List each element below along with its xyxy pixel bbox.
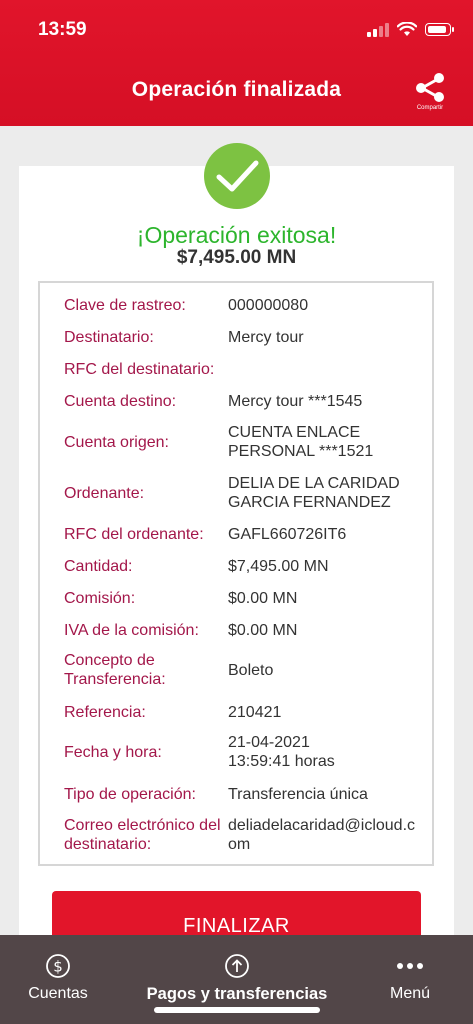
- detail-value: $0.00 MN: [228, 621, 298, 639]
- nav-menu-label: Menú: [389, 985, 431, 1002]
- wifi-icon: [397, 22, 417, 36]
- nav-pagos[interactable]: Pagos y transferencias: [130, 953, 344, 1004]
- detail-label: Fecha y hora:: [64, 743, 162, 761]
- detail-row: Ordenante: DELIA DE LA CARIDAD GARCIA FE…: [64, 472, 424, 514]
- detail-value: 000000080: [228, 296, 309, 314]
- detail-label: Tipo de operación:: [64, 785, 196, 803]
- detail-label: Cantidad:: [64, 557, 133, 575]
- detail-value: 210421: [228, 703, 282, 721]
- svg-text:$: $: [53, 958, 63, 976]
- detail-row: Referencia: 210421: [64, 700, 424, 724]
- detail-label: Comisión:: [64, 589, 136, 607]
- nav-menu[interactable]: Menú: [372, 953, 448, 1003]
- check-icon: [204, 143, 270, 209]
- upload-icon: [225, 954, 249, 978]
- detail-label: Concepto de Transferencia:: [64, 652, 166, 688]
- success-message: ¡Operación exitosa!: [136, 222, 337, 248]
- page-title: Operación finalizada: [131, 78, 342, 101]
- detail-row: Cantidad: $7,495.00 MN: [64, 554, 424, 578]
- battery-icon: [425, 23, 454, 36]
- detail-row: RFC del ordenante: GAFL660726IT6: [64, 522, 424, 546]
- detail-value: Boleto: [228, 661, 274, 679]
- detail-value: deliadelacaridad@icloud.com: [228, 817, 416, 853]
- detail-row: Concepto de Transferencia: Boleto: [64, 649, 424, 691]
- detail-row: IVA de la comisión: $0.00 MN: [64, 618, 424, 642]
- detail-row: Comisión: $0.00 MN: [64, 586, 424, 610]
- detail-label: Cuenta origen:: [64, 433, 169, 451]
- detail-label: Correo electrónico del destinatario:: [64, 817, 221, 853]
- detail-label: RFC del destinatario:: [64, 360, 215, 378]
- signal-icon: [367, 22, 389, 37]
- detail-label: Referencia:: [64, 703, 146, 721]
- detail-row: Fecha y hora: 21-04-2021 13:59:41 horas: [64, 731, 424, 773]
- detail-value: Mercy tour: [228, 328, 304, 346]
- detail-label: Cuenta destino:: [64, 392, 177, 410]
- detail-label: RFC del ordenante:: [64, 525, 204, 543]
- detail-value: $7,495.00 MN: [228, 557, 329, 575]
- transfer-amount: $7,495.00 MN: [176, 247, 297, 268]
- detail-value: $0.00 MN: [228, 589, 298, 607]
- detail-value: 21-04-2021 13:59:41 horas: [228, 734, 335, 770]
- detail-label: IVA de la comisión:: [64, 621, 199, 639]
- detail-label: Ordenante:: [64, 484, 145, 502]
- detail-row: Correo electrónico del destinatario: del…: [64, 814, 424, 856]
- detail-row: Clave de rastreo: 000000080: [64, 293, 424, 317]
- detail-row: Cuenta destino: Mercy tour ***1545: [64, 389, 424, 413]
- detail-value: Mercy tour ***1545: [228, 392, 363, 410]
- details-table: Clave de rastreo: 000000080 Destinatario…: [38, 281, 434, 866]
- detail-value: CUENTA ENLACE PERSONAL ***1521: [228, 424, 374, 460]
- detail-value: GAFL660726IT6: [228, 525, 347, 543]
- app-header: 13:59 Operación finalizada Compartir: [0, 0, 473, 126]
- nav-cuentas[interactable]: $ Cuentas: [18, 953, 98, 1003]
- home-indicator: [154, 1007, 320, 1013]
- detail-row: RFC del destinatario:: [64, 357, 424, 381]
- share-label: Compartir: [416, 105, 444, 111]
- status-time: 13:59: [38, 19, 87, 40]
- nav-pagos-label: Pagos y transferencias: [146, 985, 328, 1003]
- share-icon: [416, 73, 444, 102]
- detail-value: DELIA DE LA CARIDAD GARCIA FERNANDEZ: [228, 475, 400, 511]
- nav-cuentas-label: Cuentas: [28, 985, 88, 1002]
- status-icons: [367, 22, 454, 37]
- detail-row: Destinatario: Mercy tour: [64, 325, 424, 349]
- share-button[interactable]: Compartir: [410, 72, 450, 112]
- more-icon: [397, 963, 423, 969]
- detail-label: Clave de rastreo:: [64, 296, 186, 314]
- detail-label: Destinatario:: [64, 328, 154, 346]
- detail-row: Cuenta origen: CUENTA ENLACE PERSONAL **…: [64, 421, 424, 463]
- detail-row: Tipo de operación: Transferencia única: [64, 782, 424, 806]
- dollar-icon: $: [46, 954, 70, 978]
- detail-value: Transferencia única: [228, 785, 368, 803]
